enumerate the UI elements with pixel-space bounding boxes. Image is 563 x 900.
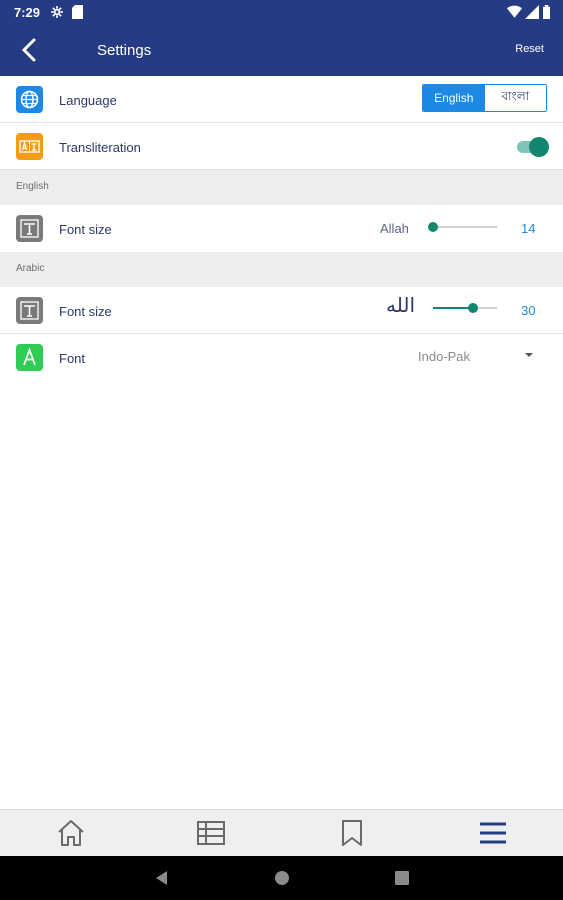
home-icon[interactable] xyxy=(55,818,87,848)
battery-icon xyxy=(543,5,550,19)
settings-status-icon xyxy=(51,6,63,18)
arabic-font-size-row: Font size الله 30 xyxy=(0,287,563,334)
english-font-size-row: Font size Allah 14 xyxy=(0,205,563,252)
english-section-header: English xyxy=(0,170,563,205)
system-home-icon[interactable] xyxy=(272,868,292,888)
app-bar: Settings Reset xyxy=(0,24,563,76)
arabic-font-size-slider[interactable] xyxy=(433,301,497,315)
status-bar: 7:29 xyxy=(0,0,563,24)
page-title: Settings xyxy=(97,42,152,59)
wifi-icon xyxy=(507,5,522,18)
signal-icon xyxy=(525,5,539,19)
language-option-bangla[interactable]: বাংলা xyxy=(484,85,546,111)
english-font-size-value: 14 xyxy=(521,221,536,236)
language-selector: English বাংলা xyxy=(422,84,547,112)
back-arrow-icon[interactable] xyxy=(14,34,46,66)
arabic-font-row[interactable]: Font Indo-Pak xyxy=(0,334,563,381)
font-letter-icon xyxy=(16,344,43,371)
transliteration-icon xyxy=(16,133,43,160)
language-row: Language English বাংলা xyxy=(0,76,563,123)
transliteration-toggle[interactable] xyxy=(515,137,549,157)
list-icon[interactable] xyxy=(195,818,227,848)
arabic-font-label: Font xyxy=(59,351,86,366)
arabic-font-size-thumb[interactable] xyxy=(467,303,478,313)
english-font-preview: Allah xyxy=(380,221,409,236)
transliteration-row: Transliteration xyxy=(0,123,563,170)
text-size-icon xyxy=(16,297,43,324)
status-time: 7:29 xyxy=(14,5,41,20)
arabic-font-preview: الله xyxy=(386,293,415,317)
system-back-icon[interactable] xyxy=(152,868,172,888)
globe-icon xyxy=(16,86,43,113)
bottom-navigation xyxy=(0,809,563,856)
arabic-font-size-label: Font size xyxy=(59,304,112,319)
language-label: Language xyxy=(59,93,117,108)
sd-card-icon xyxy=(72,5,83,19)
system-navigation-bar xyxy=(0,856,563,900)
english-font-size-slider[interactable] xyxy=(428,220,497,234)
english-font-size-thumb[interactable] xyxy=(428,222,438,232)
bookmark-icon[interactable] xyxy=(336,818,368,848)
arabic-font-size-value: 30 xyxy=(521,303,536,318)
transliteration-label: Transliteration xyxy=(59,140,141,155)
font-dropdown-value[interactable]: Indo-Pak xyxy=(418,349,470,364)
english-font-size-label: Font size xyxy=(59,222,112,237)
menu-icon[interactable] xyxy=(477,818,509,848)
dropdown-arrow-icon[interactable] xyxy=(524,352,534,358)
arabic-section-header: Arabic xyxy=(0,252,563,287)
text-size-icon xyxy=(16,215,43,242)
language-option-english[interactable]: English xyxy=(423,85,485,111)
system-recents-icon[interactable] xyxy=(392,868,412,888)
reset-button[interactable]: Reset xyxy=(515,43,544,55)
